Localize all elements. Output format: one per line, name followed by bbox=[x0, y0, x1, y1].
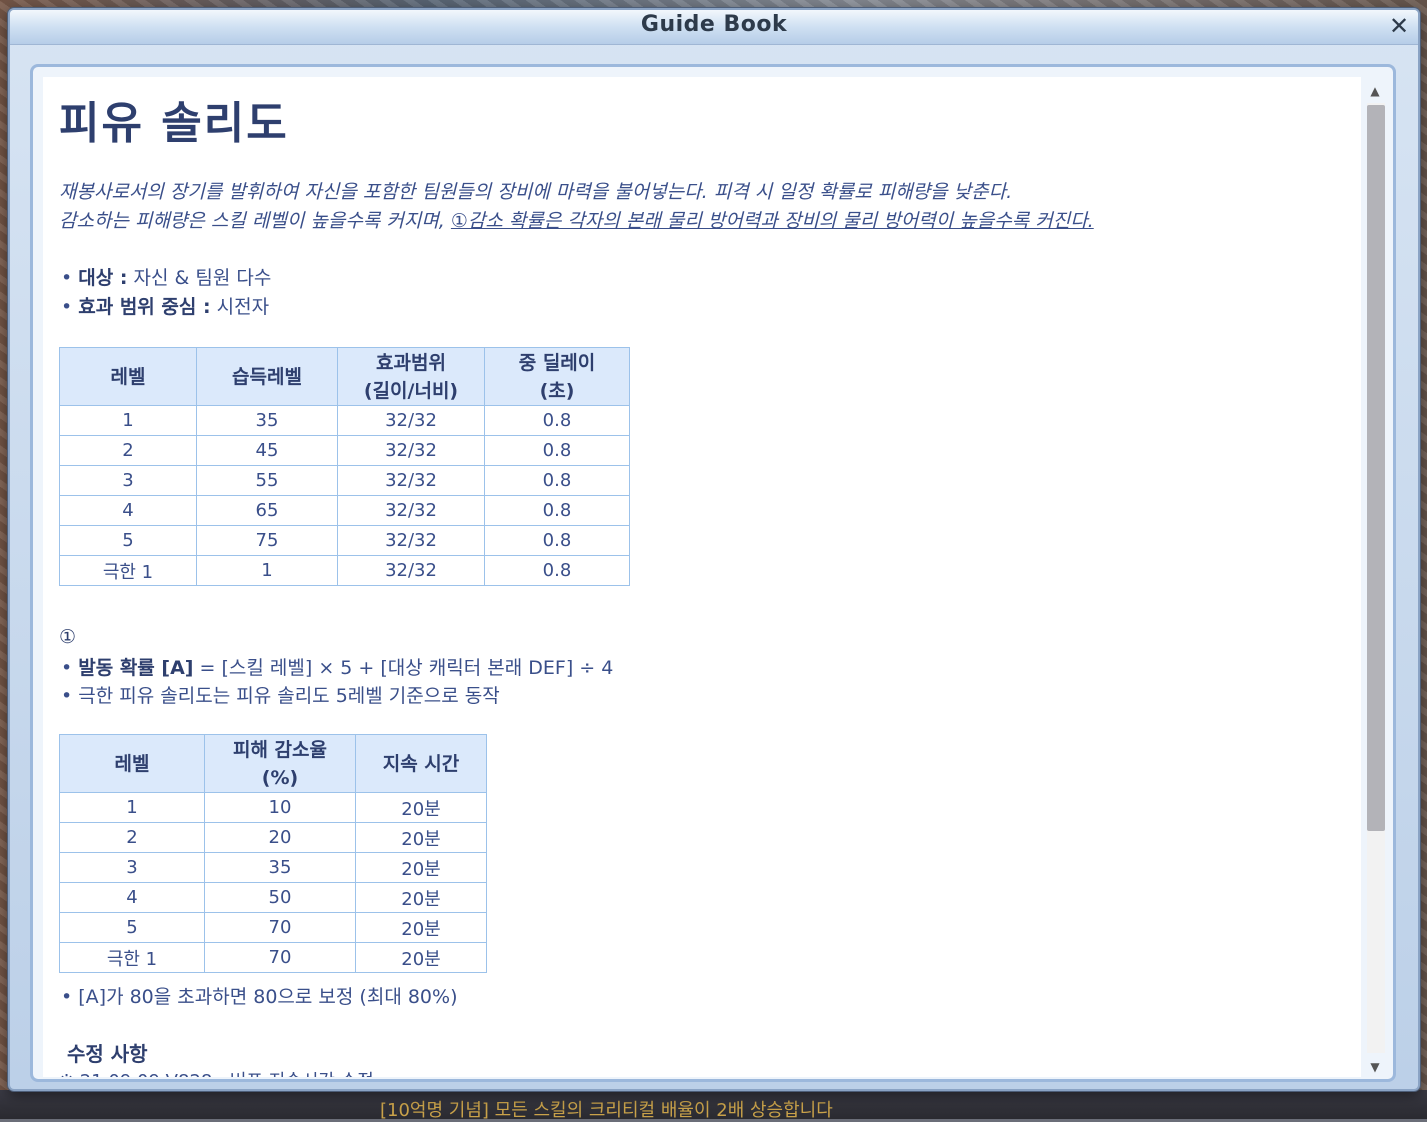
table-cell: 20분 bbox=[355, 852, 487, 883]
extreme-note-line: • 극한 피유 솔리도는 피유 솔리도 5레벨 기준으로 동작 bbox=[61, 685, 500, 707]
arrow-up-icon: ▲ bbox=[1370, 84, 1380, 98]
table-cell: 0.8 bbox=[484, 555, 630, 586]
table-row: 2 20 20분 bbox=[59, 822, 487, 853]
table-cell: 0.8 bbox=[484, 495, 630, 526]
skill-description-line-1: 재봉사로서의 장기를 발휘하여 자신을 포함한 팀원들의 장비에 마력을 불어넣… bbox=[59, 181, 1013, 203]
skill-description-line-2: 감소하는 피해량은 스킬 레벨이 높을수록 커지며, ①감소 확률은 각자의 본… bbox=[59, 206, 1094, 233]
table-cell: 2 bbox=[59, 822, 205, 853]
window-title: Guide Book bbox=[640, 12, 788, 37]
close-icon: ✕ bbox=[1388, 12, 1410, 40]
table-cell: 3 bbox=[59, 465, 197, 496]
arrow-down-icon: ▼ bbox=[1370, 1060, 1380, 1074]
table-cell: 10 bbox=[204, 792, 356, 823]
skill-title: 피유 솔리도 bbox=[59, 98, 289, 149]
table-cell: 1 bbox=[59, 792, 205, 823]
table-row: 1 35 32/32 0.8 bbox=[59, 405, 630, 436]
table1-header: 습득레벨 bbox=[196, 347, 338, 406]
table-cell: 0.8 bbox=[484, 405, 630, 436]
table-row: 1 10 20분 bbox=[59, 792, 487, 823]
table-cell: 35 bbox=[196, 405, 338, 436]
changes-title: 수정 사항 bbox=[67, 1042, 148, 1066]
table-cell: 극한 1 bbox=[59, 555, 197, 586]
table-cell: 20분 bbox=[355, 822, 487, 853]
range-center-line: • 효과 범위 중심 : 시전자 bbox=[61, 296, 270, 318]
guide-content-panel: 피유 솔리도 재봉사로서의 장기를 발휘하여 자신을 포함한 팀원들의 장비에 … bbox=[30, 64, 1396, 1082]
table-row: 4 65 32/32 0.8 bbox=[59, 495, 630, 526]
table-cell: 20분 bbox=[355, 882, 487, 913]
table-cell: 4 bbox=[59, 882, 205, 913]
close-button[interactable]: ✕ bbox=[1386, 13, 1412, 39]
extreme-note-text: 극한 피유 솔리도는 피유 솔리도 5레벨 기준으로 동작 bbox=[78, 685, 500, 707]
title-bar[interactable]: Guide Book ✕ bbox=[10, 10, 1418, 45]
table-cell: 32/32 bbox=[337, 465, 485, 496]
table-cell: 35 bbox=[204, 852, 356, 883]
description-underlined-text: ①감소 확률은 각자의 본래 물리 방어력과 장비의 물리 방어력이 높을수록 … bbox=[450, 210, 1094, 232]
table-cell: 5 bbox=[59, 525, 197, 556]
table-cell: 2 bbox=[59, 435, 197, 466]
table-cell: 1 bbox=[196, 555, 338, 586]
table-cell: 70 bbox=[204, 942, 356, 973]
table-row: 5 70 20분 bbox=[59, 912, 487, 943]
table-cell: 32/32 bbox=[337, 435, 485, 466]
table1-header: 효과범위 (길이/너비) bbox=[337, 347, 485, 406]
table2-header: 피해 감소율 (%) bbox=[204, 734, 356, 793]
table-row: 극한 1 70 20분 bbox=[59, 942, 487, 973]
scroll-up-button[interactable]: ▲ bbox=[1365, 81, 1385, 101]
table-row: 2 45 32/32 0.8 bbox=[59, 435, 630, 466]
activation-formula-label: 발동 확률 [A] bbox=[78, 657, 194, 679]
table-row: 5 75 32/32 0.8 bbox=[59, 525, 630, 556]
guide-content: 피유 솔리도 재봉사로서의 장기를 발휘하여 자신을 포함한 팀원들의 장비에 … bbox=[43, 77, 1361, 1077]
table1-header: 중 딜레이 (초) bbox=[484, 347, 630, 406]
skill-level-table: 레벨 습득레벨 효과범위 (길이/너비) 중 딜레이 (초) 1 35 32/32 0… bbox=[59, 347, 630, 586]
table-cell: 32/32 bbox=[337, 405, 485, 436]
table-cell: 50 bbox=[204, 882, 356, 913]
table-cell: 65 bbox=[196, 495, 338, 526]
background-ticker-text: [10억명 기념] 모든 스킬의 크리티컬 배율이 2배 상승합니다 bbox=[380, 1100, 833, 1121]
table-cell: 4 bbox=[59, 495, 197, 526]
table-cell: 0.8 bbox=[484, 435, 630, 466]
vertical-scrollbar[interactable]: ▲ ▼ bbox=[1365, 81, 1385, 1077]
target-label: 대상 : bbox=[78, 267, 128, 289]
table-cell: 75 bbox=[196, 525, 338, 556]
table-cell: 5 bbox=[59, 912, 205, 943]
table-cell: 70 bbox=[204, 912, 356, 943]
table-cell: 극한 1 bbox=[59, 942, 205, 973]
table-cell: 32/32 bbox=[337, 495, 485, 526]
table-cell: 45 bbox=[196, 435, 338, 466]
table-cell: 55 bbox=[196, 465, 338, 496]
table1-header: 레벨 bbox=[59, 347, 197, 406]
table-cell: 20분 bbox=[355, 912, 487, 943]
table-row: 3 35 20분 bbox=[59, 852, 487, 883]
cap-note-line: • [A]가 80을 초과하면 80으로 보정 (최대 80%) bbox=[61, 986, 458, 1008]
table-cell: 1 bbox=[59, 405, 197, 436]
table-cell: 32/32 bbox=[337, 525, 485, 556]
table-cell: 20분 bbox=[355, 792, 487, 823]
target-value: 자신 & 팀원 다수 bbox=[133, 267, 272, 289]
range-center-label: 효과 범위 중심 : bbox=[78, 296, 211, 318]
activation-formula-value: = [스킬 레벨] × 5 + [대상 캐릭터 본래 DEF] ÷ 4 bbox=[199, 657, 614, 679]
range-center-value: 시전자 bbox=[216, 296, 270, 318]
table2-header: 레벨 bbox=[59, 734, 205, 793]
guide-book-window: Guide Book ✕ 피유 솔리도 재봉사로서의 장기를 발휘하여 자신을 … bbox=[8, 8, 1420, 1091]
scroll-down-button[interactable]: ▼ bbox=[1365, 1057, 1385, 1077]
table-row: 4 50 20분 bbox=[59, 882, 487, 913]
table-cell: 20분 bbox=[355, 942, 487, 973]
table-cell: 0.8 bbox=[484, 465, 630, 496]
activation-formula-line: • 발동 확률 [A] = [스킬 레벨] × 5 + [대상 캐릭터 본래 D… bbox=[61, 657, 614, 679]
table-cell: 0.8 bbox=[484, 525, 630, 556]
scroll-thumb[interactable] bbox=[1367, 105, 1385, 831]
target-line: • 대상 : 자신 & 팀원 다수 bbox=[61, 267, 272, 289]
cap-note-text: [A]가 80을 초과하면 80으로 보정 (최대 80%) bbox=[78, 986, 458, 1008]
table-row: 극한 1 1 32/32 0.8 bbox=[59, 555, 630, 586]
table-cell: 3 bbox=[59, 852, 205, 883]
table-cell: 32/32 bbox=[337, 555, 485, 586]
table-cell: 20 bbox=[204, 822, 356, 853]
table2-header: 지속 시간 bbox=[355, 734, 487, 793]
table-row: 3 55 32/32 0.8 bbox=[59, 465, 630, 496]
changes-item: ※ 21.09.09 V828 : 버프 지속시간 수정 bbox=[59, 1067, 374, 1077]
description-plain-text: 감소하는 피해량은 스킬 레벨이 높을수록 커지며, bbox=[59, 210, 451, 232]
damage-reduction-table: 레벨 피해 감소율 (%) 지속 시간 1 10 20분 2 20 20분 3 35 20분… bbox=[59, 734, 487, 973]
note-marker: ① bbox=[59, 626, 77, 648]
